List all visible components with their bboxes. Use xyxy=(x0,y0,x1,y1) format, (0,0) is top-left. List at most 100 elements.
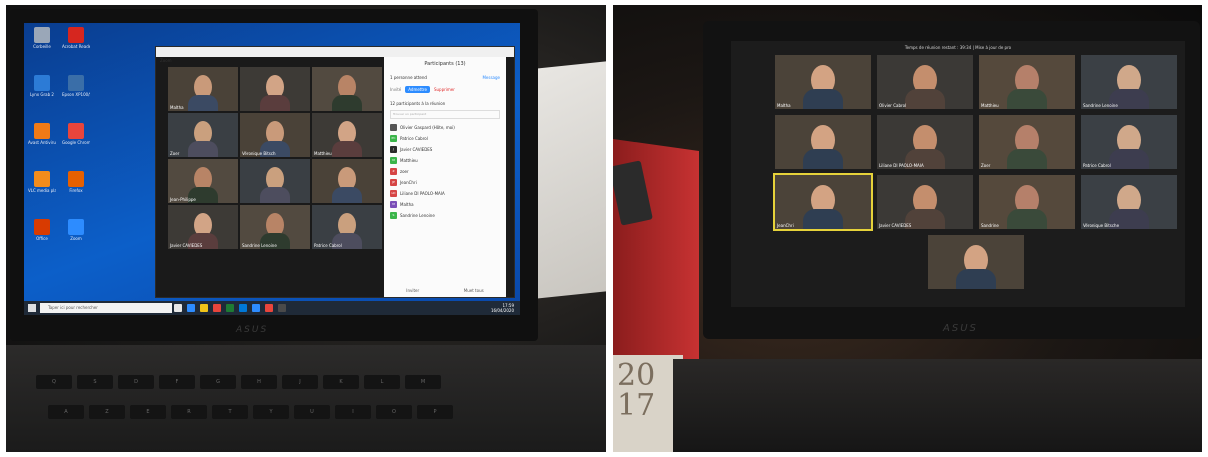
mute-all-button[interactable]: Muet tous xyxy=(464,288,484,293)
participant-avatar: Z xyxy=(390,168,397,175)
waiting-text: 1 personne attend xyxy=(390,75,427,80)
participant-row[interactable]: Zzoer xyxy=(390,166,500,177)
desktop-icon-item[interactable]: VLC media player xyxy=(28,171,56,193)
printer-icon xyxy=(68,75,84,91)
participant-body xyxy=(803,89,843,109)
video-tile-right[interactable] xyxy=(775,115,871,169)
remove-button[interactable]: Supprimer xyxy=(434,87,455,92)
desktop-icon-item[interactable]: Google Chrome xyxy=(62,123,90,145)
video-tile[interactable]: Véronique Bitsch xyxy=(240,113,310,157)
calendar-digits: 20 xyxy=(617,358,656,393)
participant-body xyxy=(332,95,362,111)
participant-row[interactable]: LD Liliane DI PAOLO-MAIA xyxy=(390,188,500,199)
video-tile[interactable]: Jean-Philippe xyxy=(168,159,238,203)
video-tile[interactable] xyxy=(312,159,382,203)
participant-row[interactable]: PC Patrice Cabrol xyxy=(390,133,500,144)
taskbar-app-icon[interactable] xyxy=(174,304,182,312)
video-tile[interactable] xyxy=(312,67,382,111)
right-laptop-brand: ASUS xyxy=(943,323,978,334)
participant-list-name: Patrice Cabrol xyxy=(400,136,428,141)
participant-row[interactable]: J Javier CAVIEDES xyxy=(390,144,500,155)
lynx-icon xyxy=(34,75,50,91)
video-tile-right[interactable]: Liliane DI PAOLO-MAIA xyxy=(877,115,973,169)
video-tile-right[interactable]: Zoer xyxy=(979,115,1075,169)
desktop-icon-item[interactable]: Corbeille xyxy=(28,27,56,49)
participant-body xyxy=(1007,209,1047,229)
keyboard-key: Z xyxy=(89,405,125,419)
paper-sheet xyxy=(536,61,606,299)
taskbar-app-icon[interactable] xyxy=(187,304,195,312)
video-tile[interactable] xyxy=(240,159,310,203)
keyboard-key: Y xyxy=(253,405,289,419)
vlc-icon xyxy=(34,171,50,187)
right-photo: 20 17 Temps de réunion restant : 39:34 | … xyxy=(613,5,1202,452)
video-tile-right[interactable]: Patrice Cabrol xyxy=(1081,115,1177,169)
windows-start-icon[interactable] xyxy=(28,304,36,312)
participant-search-input[interactable]: Trouver un participant xyxy=(390,110,500,119)
participant-row[interactable]: S Sandrine Lenoine xyxy=(390,210,500,221)
video-tile-right[interactable]: Matthieu xyxy=(979,55,1075,109)
participant-list-name: Maltha xyxy=(400,202,414,207)
video-tile[interactable] xyxy=(240,67,310,111)
taskbar-app-icon[interactable] xyxy=(278,304,286,312)
video-tile-right[interactable]: Javier CAVIEDES xyxy=(877,175,973,229)
video-tile[interactable]: Matthieu xyxy=(312,113,382,157)
waiting-room-row: 1 personne attend Message xyxy=(390,75,500,80)
taskbar-search-input[interactable]: Taper ici pour rechercher xyxy=(40,303,172,313)
keyboard-key: D xyxy=(118,375,154,389)
participant-name-label: JeanChri xyxy=(777,223,794,228)
video-tile[interactable]: Zoer xyxy=(168,113,238,157)
participant-body xyxy=(332,187,362,203)
participant-avatar xyxy=(390,124,397,131)
taskbar-app-icon[interactable] xyxy=(213,304,221,312)
video-tile-right[interactable]: JeanChri xyxy=(775,175,871,229)
taskbar-app-icon[interactable] xyxy=(265,304,273,312)
participant-row[interactable]: Olivier Gaspard (Hôte, moi) xyxy=(390,122,500,133)
zoom-title: Zoom xyxy=(160,58,172,63)
taskbar-app-icon[interactable] xyxy=(252,304,260,312)
desktop-icon-item[interactable]: Zoom xyxy=(62,219,90,241)
video-tile-right[interactable]: Véronique Bitsche xyxy=(1081,175,1177,229)
taskbar-app-icon[interactable] xyxy=(239,304,247,312)
message-button[interactable]: Message xyxy=(482,75,500,80)
recycle-bin-icon xyxy=(34,27,50,43)
video-tile-right[interactable]: Sandrine Lenoine xyxy=(1081,55,1177,109)
video-tile[interactable]: Patrice Cabrol xyxy=(312,205,382,249)
desktop-icon-item[interactable]: Avast Antivirus Gratuit xyxy=(28,123,56,145)
photo-collage: Corbeille Acrobat Reader DC Lynx Grab 2 Eps… xyxy=(0,0,1208,457)
participant-avatar: LD xyxy=(390,190,397,197)
taskbar-app-icon[interactable] xyxy=(200,304,208,312)
video-tile-right[interactable] xyxy=(928,235,1024,289)
video-tile-right[interactable]: Olivier Cabrol xyxy=(877,55,973,109)
right-keyboard xyxy=(673,359,1202,452)
participant-avatar: M xyxy=(390,201,397,208)
left-laptop-lid: Corbeille Acrobat Reader DC Lynx Grab 2 Eps… xyxy=(10,9,538,341)
desktop-icon-item[interactable]: Lynx Grab 2 xyxy=(28,75,56,97)
participant-name-label: Olivier Cabrol xyxy=(879,103,907,108)
desktop-icon-item[interactable]: Acrobat Reader DC xyxy=(62,27,90,49)
participant-list-name: Sandrine Lenoine xyxy=(400,213,435,218)
desktop-icon-label: Office xyxy=(36,236,48,241)
admit-button[interactable]: Admettre xyxy=(405,86,430,93)
desktop-icon-item[interactable]: Epson XP100/Sea xyxy=(62,75,90,97)
participant-name-label: Zoer xyxy=(170,151,180,156)
keyboard-key: J xyxy=(282,375,318,389)
taskbar-date: 16/04/2020 xyxy=(490,308,514,313)
video-tile-right[interactable]: Maltha xyxy=(775,55,871,109)
video-tile[interactable]: Maltha xyxy=(168,67,238,111)
video-tile-right[interactable]: Sandrine xyxy=(979,175,1075,229)
keyboard-key: I xyxy=(335,405,371,419)
desktop-icon-item[interactable]: Firefox xyxy=(62,171,90,193)
participant-body xyxy=(905,89,945,109)
desktop-icon-item[interactable]: Office xyxy=(28,219,56,241)
video-tile[interactable]: Sandrine Lenoine xyxy=(240,205,310,249)
desktop-icon-label: Epson XP100/Sea xyxy=(62,92,90,97)
participant-row[interactable]: M Maltha xyxy=(390,199,500,210)
taskbar-app-icon[interactable] xyxy=(226,304,234,312)
participant-row[interactable]: JP JeanChri xyxy=(390,177,500,188)
participant-list-name: Matthieu xyxy=(400,158,418,163)
participant-row[interactable]: M Matthieu xyxy=(390,155,500,166)
video-tile[interactable]: Javier CAVIEDES xyxy=(168,205,238,249)
desktop-icon-label: Lynx Grab 2 xyxy=(30,92,54,97)
invite-button[interactable]: Inviter xyxy=(406,288,419,293)
